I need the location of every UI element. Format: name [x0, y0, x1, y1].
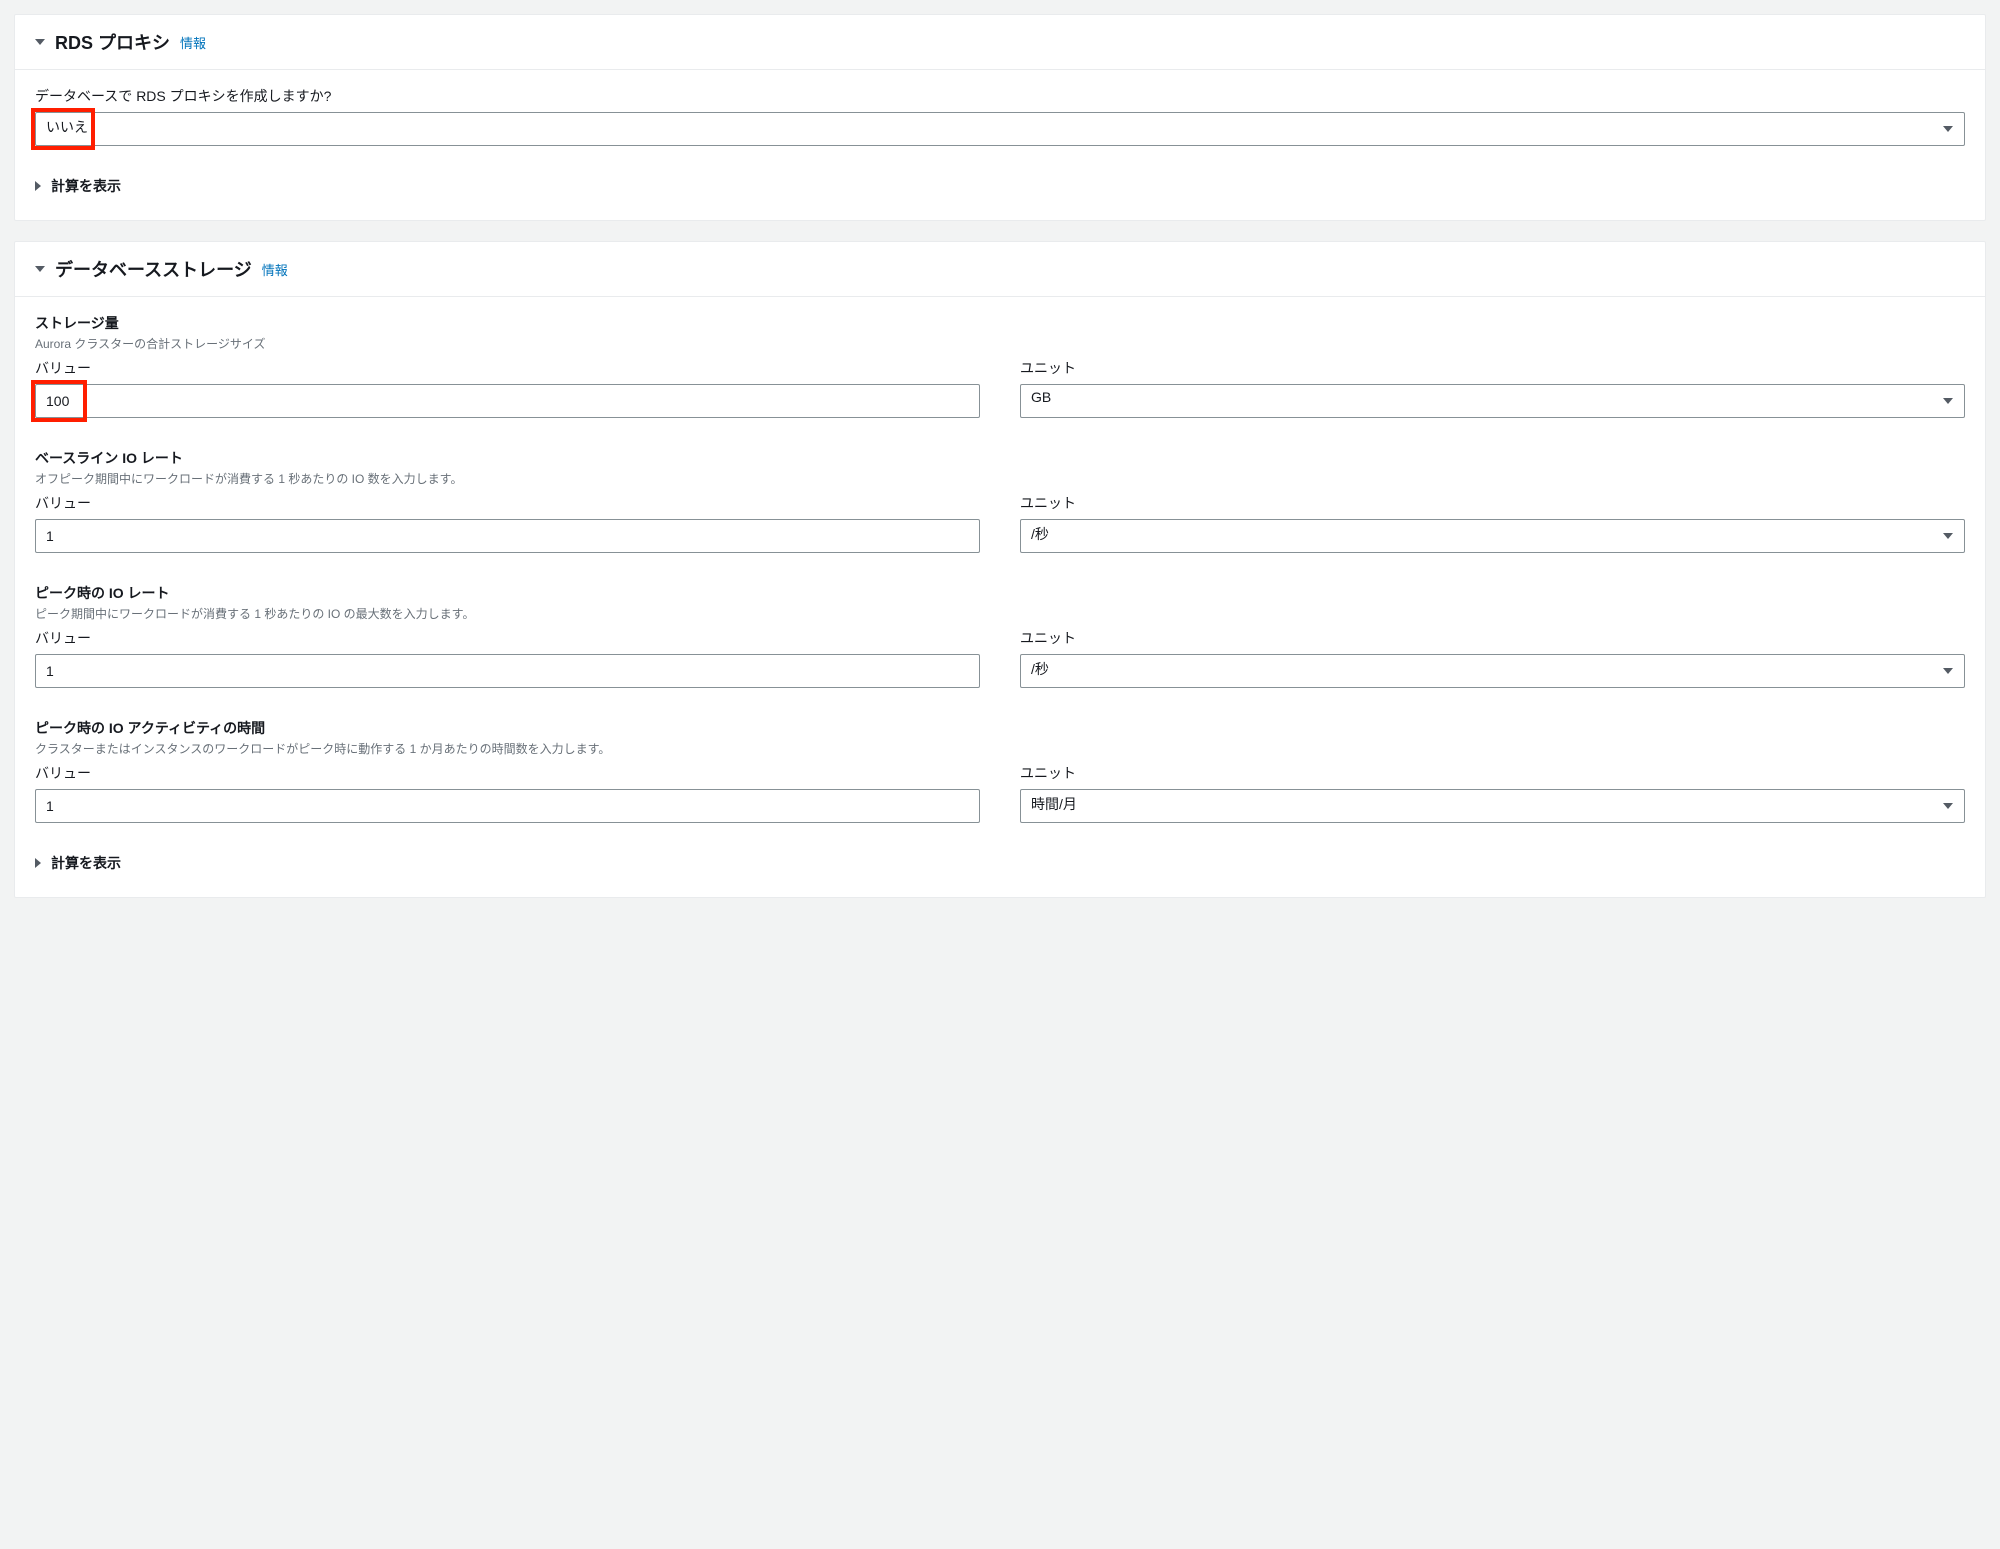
baseline-io-desc: オフピーク期間中にワークロードが消費する 1 秒あたりの IO 数を入力します。 — [35, 470, 1965, 487]
peak-duration-input[interactable] — [35, 789, 980, 823]
baseline-io-unit-select[interactable]: /秒 — [1020, 519, 1965, 553]
peak-duration-value-label: バリュー — [35, 763, 980, 783]
peak-duration-unit-select[interactable]: 時間/月 — [1020, 789, 1965, 823]
storage-amount-heading: ストレージ量 — [35, 315, 119, 331]
db-storage-title: データベースストレージ — [55, 256, 252, 282]
rds-proxy-select[interactable]: いいえ — [35, 112, 1965, 146]
db-storage-show-calc-toggle[interactable]: 計算を表示 — [35, 853, 1965, 873]
peak-io-unit-select[interactable]: /秒 — [1020, 654, 1965, 688]
peak-io-section: ピーク時の IO レート ピーク期間中にワークロードが消費する 1 秒あたりの … — [35, 583, 1965, 688]
storage-amount-unit-select[interactable]: GB — [1020, 384, 1965, 418]
show-calc-label: 計算を表示 — [51, 176, 121, 196]
storage-amount-input[interactable] — [35, 384, 980, 418]
baseline-io-heading: ベースライン IO レート — [35, 450, 183, 466]
storage-amount-unit-label: ユニット — [1020, 358, 1965, 378]
peak-io-input[interactable] — [35, 654, 980, 688]
chevron-down-icon — [35, 266, 45, 272]
peak-duration-section: ピーク時の IO アクティビティの時間 クラスターまたはインスタンスのワークロー… — [35, 718, 1965, 823]
db-storage-header-toggle[interactable]: データベースストレージ 情報 — [15, 242, 1985, 297]
chevron-right-icon — [35, 858, 41, 868]
chevron-right-icon — [35, 181, 41, 191]
rds-proxy-panel: RDS プロキシ 情報 データベースで RDS プロキシを作成しますか? いいえ… — [14, 14, 1986, 221]
storage-amount-value-label: バリュー — [35, 358, 980, 378]
rds-proxy-question-label: データベースで RDS プロキシを作成しますか? — [35, 86, 1965, 106]
peak-io-desc: ピーク期間中にワークロードが消費する 1 秒あたりの IO の最大数を入力します… — [35, 605, 1965, 622]
show-calc-label: 計算を表示 — [51, 853, 121, 873]
baseline-io-value-label: バリュー — [35, 493, 980, 513]
peak-io-unit-label: ユニット — [1020, 628, 1965, 648]
baseline-io-section: ベースライン IO レート オフピーク期間中にワークロードが消費する 1 秒あた… — [35, 448, 1965, 553]
rds-proxy-header-toggle[interactable]: RDS プロキシ 情報 — [15, 15, 1985, 70]
rds-proxy-show-calc-toggle[interactable]: 計算を表示 — [35, 176, 1965, 196]
peak-io-value-label: バリュー — [35, 628, 980, 648]
peak-duration-heading: ピーク時の IO アクティビティの時間 — [35, 720, 265, 736]
db-storage-panel: データベースストレージ 情報 ストレージ量 Aurora クラスターの合計ストレ… — [14, 241, 1986, 898]
db-storage-info-link[interactable]: 情報 — [262, 260, 288, 279]
rds-proxy-title: RDS プロキシ — [55, 29, 170, 55]
rds-proxy-info-link[interactable]: 情報 — [180, 33, 206, 52]
baseline-io-unit-label: ユニット — [1020, 493, 1965, 513]
storage-amount-desc: Aurora クラスターの合計ストレージサイズ — [35, 335, 1965, 352]
peak-duration-unit-label: ユニット — [1020, 763, 1965, 783]
storage-amount-section: ストレージ量 Aurora クラスターの合計ストレージサイズ バリュー ユニット… — [35, 313, 1965, 418]
baseline-io-input[interactable] — [35, 519, 980, 553]
chevron-down-icon — [35, 39, 45, 45]
peak-io-heading: ピーク時の IO レート — [35, 585, 170, 601]
peak-duration-desc: クラスターまたはインスタンスのワークロードがピーク時に動作する 1 か月あたりの… — [35, 740, 1965, 757]
